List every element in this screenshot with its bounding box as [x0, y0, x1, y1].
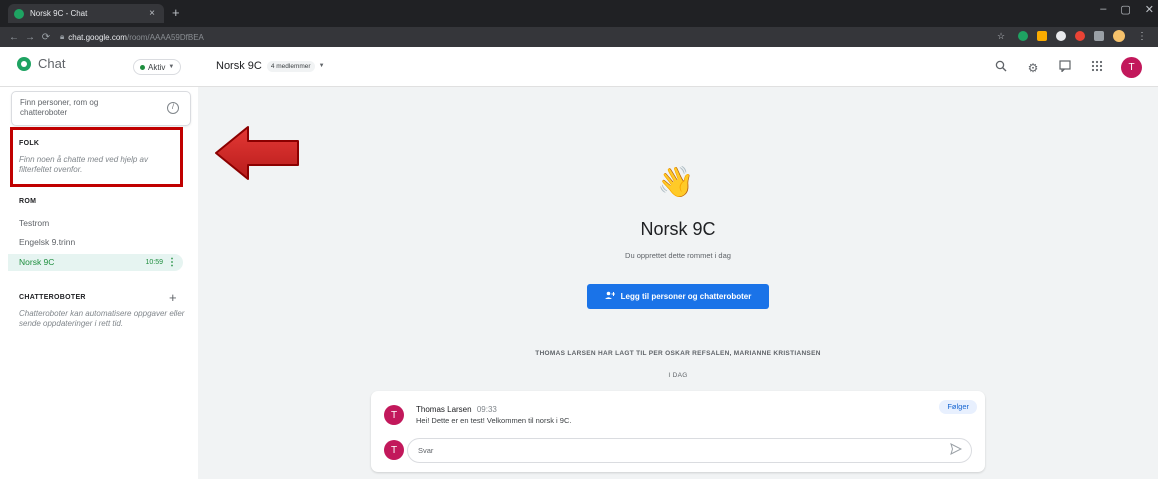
sidebar-item-norsk-9c[interactable]: Norsk 9C 10:59 ⋮ [8, 254, 183, 271]
message-time: 09:33 [476, 405, 497, 414]
room-created-text: Du opprettet dette rommet i dag [625, 251, 731, 260]
forward-arrow-icon[interactable]: → [22, 32, 38, 43]
window-close-button[interactable]: ✕ [1145, 3, 1154, 16]
room-header-name: Norsk 9C [216, 60, 262, 72]
follow-button[interactable]: Følger [939, 400, 977, 414]
folk-section-title: FOLK [19, 140, 40, 147]
extension-icons: ☆ ⋮ [993, 30, 1150, 42]
minimize-button[interactable]: – [1100, 3, 1106, 16]
add-bot-button[interactable]: + [169, 291, 177, 304]
extension-icon[interactable] [1056, 31, 1066, 41]
feedback-icon[interactable] [1057, 59, 1073, 76]
search-placeholder: Finn personer, rom og chatteroboter [20, 98, 99, 117]
folk-hint: Finn noen å chatte med ved hjelp av filt… [19, 155, 148, 174]
rom-section-title: ROM [19, 198, 37, 205]
extension-icon[interactable] [1094, 31, 1104, 41]
status-label: Aktiv [148, 62, 166, 72]
extension-icon[interactable] [1037, 31, 1047, 41]
red-arrow-annotation [215, 126, 299, 180]
chat-logo-icon [17, 56, 31, 71]
add-person-icon [604, 291, 615, 302]
sidebar: Finn personer, rom og chatteroboter / FO… [0, 87, 198, 479]
room-header[interactable]: Norsk 9C 4 medlemmer ▼ [216, 60, 325, 72]
room-label: Norsk 9C [19, 257, 55, 267]
maximize-button[interactable]: ▢ [1120, 3, 1130, 16]
reload-icon[interactable]: ⟳ [38, 32, 54, 43]
add-people-button[interactable]: Legg til personer og chatteroboter [587, 284, 769, 309]
add-people-label: Legg til personer og chatteroboter [620, 292, 752, 301]
bots-section-title: CHATTEROBOTER [19, 294, 86, 301]
message-thread: T Thomas Larsen 09:33 Hei! Dette er en t… [371, 391, 985, 472]
message-sender: Thomas Larsen 09:33 [416, 405, 497, 414]
avatar: T [384, 440, 404, 460]
member-count-badge: 4 medlemmer [266, 60, 315, 72]
sidebar-item-testrom[interactable]: Testrom [0, 215, 198, 232]
extension-icon[interactable] [1075, 31, 1085, 41]
avatar[interactable]: T [384, 405, 404, 425]
main-area: 👋 Norsk 9C Du opprettet dette rommet i d… [198, 87, 1158, 479]
chevron-down-icon: ▼ [318, 63, 325, 69]
chevron-down-icon: ▼ [168, 64, 175, 70]
browser-toolbar: ← → ⟳ 🔒︎ chat.google.com /room/AAAA59DfB… [0, 27, 1158, 47]
date-divider: I DAG [668, 372, 688, 379]
room-label: Testrom [19, 218, 50, 228]
system-message: THOMAS LARSEN HAR LAGT TIL PER OSKAR REF… [535, 350, 821, 357]
lock-icon: 🔒︎ [60, 32, 65, 41]
tab-title: Norsk 9C - Chat [30, 9, 88, 18]
window-controls: – ▢ ✕ [1100, 3, 1154, 16]
address-bar[interactable]: 🔒︎ chat.google.com /room/AAAA59DfBEA [60, 29, 980, 45]
gear-icon[interactable]: ⚙ [1025, 60, 1041, 76]
profile-icon[interactable] [1113, 30, 1125, 42]
search-icon[interactable] [993, 60, 1009, 76]
message-text: Hei! Dette er en test! Velkommen til nor… [416, 416, 572, 425]
header-actions: ⚙ T [993, 57, 1142, 78]
app-header: Chat Aktiv ▼ Norsk 9C 4 medlemmer ▼ ⚙ T [0, 47, 1158, 87]
reply-placeholder: Svar [418, 446, 434, 455]
room-title: Norsk 9C [640, 219, 716, 239]
bots-hint: Chatteroboter kan automatisere oppgaver … [19, 309, 185, 328]
browser-chrome: Norsk 9C - Chat × + – ▢ ✕ ← → ⟳ 🔒︎ chat.… [0, 0, 1158, 47]
status-dropdown[interactable]: Aktiv ▼ [133, 59, 182, 75]
reply-input[interactable]: Svar [407, 438, 972, 463]
more-options-icon[interactable]: ⋮ [167, 254, 177, 271]
search-input[interactable]: Finn personer, rom og chatteroboter / [11, 91, 191, 126]
search-shortcut-icon: / [167, 102, 179, 114]
user-avatar[interactable]: T [1121, 57, 1142, 78]
browser-menu-icon[interactable]: ⋮ [1134, 31, 1150, 42]
app-name: Chat [38, 56, 66, 71]
sender-name: Thomas Larsen [416, 405, 472, 414]
extension-icon[interactable] [1018, 31, 1028, 41]
new-tab-button[interactable]: + [172, 6, 180, 19]
bookmark-star-icon[interactable]: ☆ [993, 31, 1009, 42]
chat-logo[interactable]: Chat [17, 56, 65, 71]
sidebar-item-engelsk[interactable]: Engelsk 9.trinn [0, 234, 198, 251]
browser-tab[interactable]: Norsk 9C - Chat × [8, 4, 164, 23]
url-host: chat.google.com [68, 32, 127, 42]
room-time: 10:59 [145, 259, 163, 266]
tab-close-icon[interactable]: × [146, 8, 158, 19]
url-path: /room/AAAA59DfBEA [126, 32, 204, 42]
room-label: Engelsk 9.trinn [19, 237, 76, 247]
back-arrow-icon[interactable]: ← [6, 32, 22, 43]
chat-favicon-icon [14, 8, 24, 19]
send-icon[interactable] [949, 443, 963, 457]
waving-hand-icon: 👋 [657, 166, 695, 199]
status-dot-icon [140, 64, 145, 70]
apps-grid-icon[interactable] [1089, 60, 1105, 76]
